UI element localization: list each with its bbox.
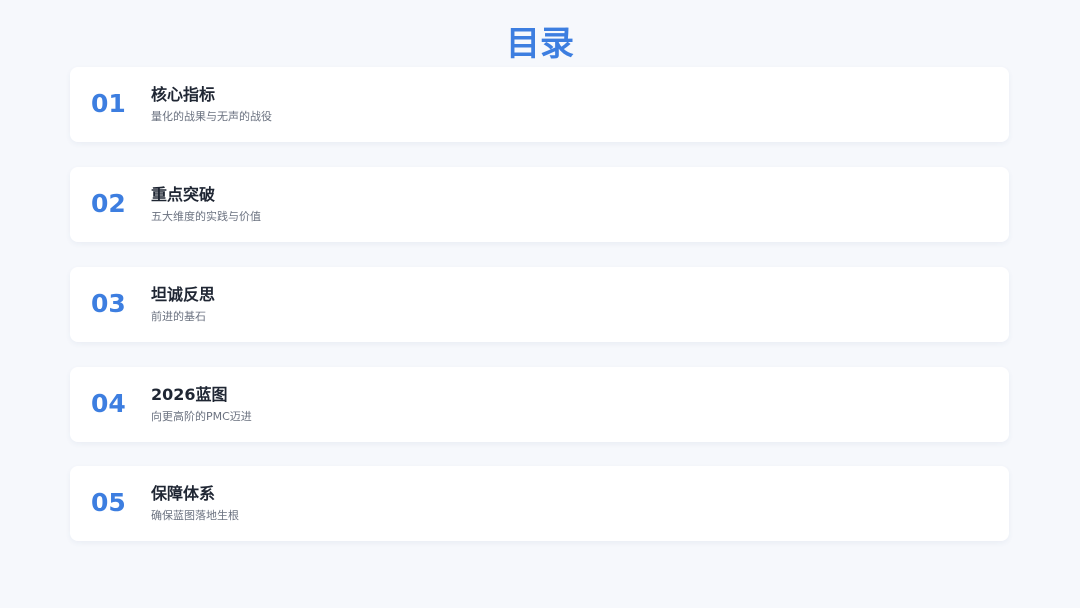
toc-item-heading: 2026蓝图 <box>151 385 228 404</box>
toc-item-subtitle: 五大维度的实践与价值 <box>151 210 261 223</box>
toc-item-4[interactable]: 04 2026蓝图 向更高阶的PMC迈进 <box>70 367 1009 442</box>
toc-item-number: 02 <box>91 189 126 218</box>
toc-item-number: 04 <box>91 389 126 418</box>
toc-item-subtitle: 前进的基石 <box>151 310 206 323</box>
toc-item-heading: 核心指标 <box>151 85 216 104</box>
toc-item-subtitle: 确保蓝图落地生根 <box>151 509 239 522</box>
toc-item-5[interactable]: 05 保障体系 确保蓝图落地生根 <box>70 466 1009 541</box>
toc-item-number: 01 <box>91 89 126 118</box>
toc-item-heading: 重点突破 <box>151 185 216 204</box>
toc-item-3[interactable]: 03 坦诚反思 前进的基石 <box>70 267 1009 342</box>
toc-item-heading: 坦诚反思 <box>151 285 216 304</box>
slide: 目录 01 核心指标 量化的战果与无声的战役 02 重点突破 五大维度的实践与价… <box>0 0 1080 608</box>
toc-item-2[interactable]: 02 重点突破 五大维度的实践与价值 <box>70 167 1009 242</box>
toc-item-heading: 保障体系 <box>151 484 216 503</box>
toc-item-1[interactable]: 01 核心指标 量化的战果与无声的战役 <box>70 67 1009 142</box>
toc-item-number: 03 <box>91 289 126 318</box>
toc-item-number: 05 <box>91 488 126 517</box>
toc-item-subtitle: 量化的战果与无声的战役 <box>151 110 272 123</box>
toc-item-subtitle: 向更高阶的PMC迈进 <box>151 410 252 423</box>
page-title: 目录 <box>506 24 574 64</box>
